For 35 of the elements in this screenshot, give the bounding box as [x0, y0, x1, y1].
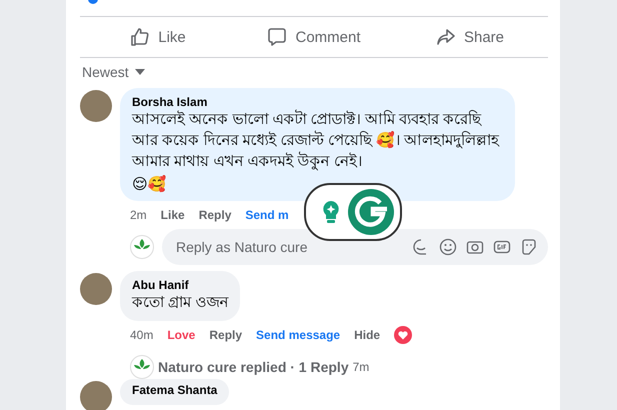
sort-dropdown[interactable]: Newest — [82, 64, 145, 80]
grammarly-widget[interactable] — [304, 183, 402, 241]
comment-link[interactable]: Send message — [256, 328, 340, 342]
leaf-logo-icon — [130, 235, 154, 259]
thumbs-up-icon — [130, 27, 150, 47]
comment-link[interactable]: Reply — [209, 328, 242, 342]
comment-link[interactable]: Love — [167, 328, 196, 342]
comment-link[interactable]: Hide — [354, 328, 380, 342]
avatar — [80, 90, 112, 122]
speech-bubble-icon — [267, 27, 288, 47]
avatar — [80, 273, 112, 305]
emoji-icon[interactable] — [439, 238, 457, 256]
emoji: 😌🥰 — [132, 175, 168, 193]
post-action-button[interactable]: Share — [392, 17, 548, 57]
gif-icon[interactable] — [493, 238, 511, 256]
comment-link[interactable]: Reply — [198, 208, 232, 222]
commenter-name: Abu Hanif — [132, 278, 190, 292]
comment-link[interactable]: Send m — [245, 208, 289, 222]
share-arrow-icon — [436, 27, 456, 47]
sticker-icon[interactable] — [520, 238, 538, 256]
comment-text: কতো গ্রাম ওজন — [132, 293, 228, 313]
avatar — [80, 381, 112, 410]
post-action-button[interactable]: Comment — [236, 17, 392, 57]
reply-bar[interactable]: Reply as Naturo cure — [162, 229, 548, 265]
comment-text: আসলেই অনেক ভালো একটা প্রোডাক্ট। আমি ব্যবহার করেছি আর কয়েক দিনের মধ্যেই রেজাল্ট পেয়েছি 🥰। আলহামদুলিল্লাহ আমার মাথায় এখন একদমই উকুন নেই। — [132, 109, 500, 172]
commenter-name: Fatema Shanta — [132, 383, 218, 397]
post-action-button[interactable]: Like — [80, 17, 236, 57]
replies-link[interactable]: Naturo cure replied · 1 Reply — [158, 359, 349, 375]
caret-icon — [134, 69, 145, 75]
grammarly-logo-icon — [348, 189, 394, 235]
reply-input-field[interactable]: Reply as Naturo cure — [174, 238, 412, 256]
reply-time: 7m — [352, 360, 370, 374]
leaf-logo-icon — [130, 355, 154, 379]
comment-link[interactable]: Like — [160, 208, 185, 222]
commenter-name: Borsha Islam — [132, 95, 208, 109]
